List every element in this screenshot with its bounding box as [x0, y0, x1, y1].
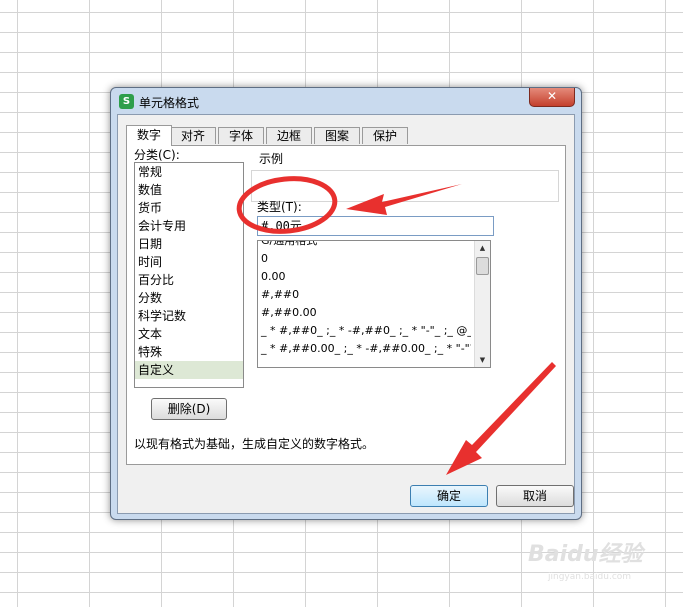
close-button[interactable]: ✕	[529, 88, 575, 107]
category-item[interactable]: 文本	[135, 325, 243, 343]
down-arrow-icon[interactable]: ▼	[475, 353, 490, 367]
category-list[interactable]: 常规 数值 货币 会计专用 日期 时间 百分比 分数 科学记数 文本 特殊 自定…	[134, 162, 244, 388]
wps-app-icon: S	[119, 94, 134, 109]
category-item[interactable]: 货币	[135, 199, 243, 217]
dialog-client: 数字 对齐 字体 边框 图案 保护 分类(C): 常规 数值 货币 会计专用 日…	[117, 114, 575, 514]
category-item-custom[interactable]: 自定义	[135, 361, 243, 379]
close-icon: ✕	[546, 89, 558, 103]
tab-border[interactable]: 边框	[266, 127, 312, 144]
format-item[interactable]: 0.00	[258, 268, 471, 286]
tab-pattern[interactable]: 图案	[314, 127, 360, 144]
format-item[interactable]: G/通用格式	[258, 241, 471, 250]
watermark-url: jingyan.baidu.com	[548, 572, 632, 582]
category-item[interactable]: 分数	[135, 289, 243, 307]
format-description: 以现有格式为基础，生成自定义的数字格式。	[134, 437, 375, 451]
category-item[interactable]: 科学记数	[135, 307, 243, 325]
format-cells-dialog: S 单元格格式 ✕ 数字 对齐 字体 边框 图案 保护 分类(C): 常规 数值…	[110, 87, 582, 520]
category-item[interactable]: 时间	[135, 253, 243, 271]
sample-label: 示例	[259, 152, 284, 166]
ok-button[interactable]: 确定	[410, 485, 488, 507]
tab-protection[interactable]: 保护	[362, 127, 408, 144]
watermark-text: Baidu经验	[528, 542, 643, 567]
category-item[interactable]: 百分比	[135, 271, 243, 289]
format-list-scrollbar[interactable]: ▲ ▼	[474, 241, 490, 367]
up-arrow-icon[interactable]: ▲	[475, 241, 490, 255]
category-item[interactable]: 会计专用	[135, 217, 243, 235]
tab-alignment[interactable]: 对齐	[170, 127, 216, 144]
delete-button[interactable]: 删除(D)	[151, 398, 227, 420]
cancel-button[interactable]: 取消	[496, 485, 574, 507]
type-input[interactable]: #.00元	[257, 216, 494, 236]
tab-number[interactable]: 数字	[126, 125, 172, 146]
category-item[interactable]: 常规	[135, 163, 243, 181]
scroll-thumb[interactable]	[476, 257, 489, 275]
format-item[interactable]: _ * #,##0_ ;_ * -#,##0_ ;_ * "-"_ ;_ @_	[258, 322, 471, 340]
dialog-title: 单元格格式	[139, 96, 200, 110]
format-code-list[interactable]: G/通用格式 0 0.00 #,##0 #,##0.00 _ * #,##0_ …	[257, 240, 491, 368]
format-item[interactable]: #,##0.00	[258, 304, 471, 322]
format-item[interactable]: #,##0	[258, 286, 471, 304]
category-item[interactable]: 数值	[135, 181, 243, 199]
format-item[interactable]: 0	[258, 250, 471, 268]
type-label: 类型(T):	[257, 200, 302, 214]
baidu-watermark: Baidu经验 jingyan.baidu.com	[528, 536, 668, 586]
format-item[interactable]: _ * #,##0.00_ ;_ * -#,##0.00_ ;_ * "-"??…	[258, 340, 471, 358]
number-tab-panel: 分类(C): 常规 数值 货币 会计专用 日期 时间 百分比 分数 科学记数 文…	[126, 145, 566, 465]
category-item[interactable]: 日期	[135, 235, 243, 253]
category-item[interactable]: 特殊	[135, 343, 243, 361]
tab-font[interactable]: 字体	[218, 127, 264, 144]
category-label: 分类(C):	[134, 148, 180, 162]
dialog-titlebar[interactable]: S 单元格格式 ✕	[111, 88, 581, 114]
